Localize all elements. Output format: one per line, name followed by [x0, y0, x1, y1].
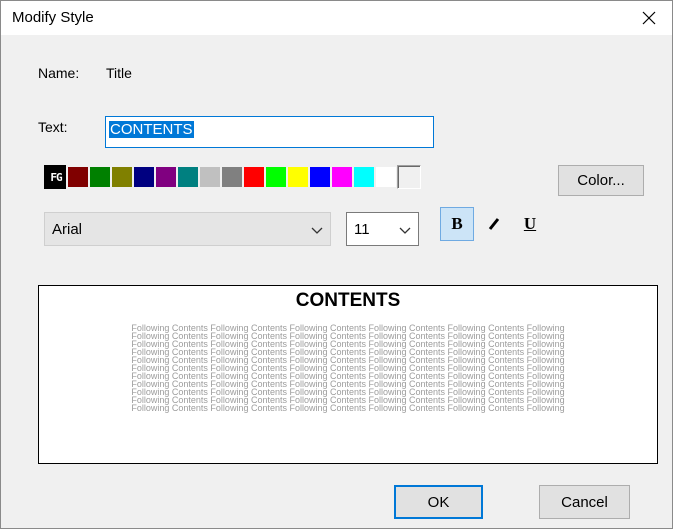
color-swatch[interactable]: [198, 165, 222, 189]
bold-button[interactable]: B: [440, 207, 474, 241]
italic-icon: [488, 218, 500, 230]
font-size-value: 11: [354, 221, 370, 238]
color-swatch[interactable]: [66, 165, 90, 189]
font-family-select[interactable]: Arial: [44, 212, 331, 246]
color-swatch[interactable]: [264, 165, 288, 189]
modify-style-dialog: Modify Style Name: Title Text: CONTENTS …: [0, 0, 673, 529]
style-preview: CONTENTS Following Contents Following Co…: [38, 285, 658, 464]
name-value: Title: [106, 65, 132, 81]
bold-icon: B: [451, 214, 463, 233]
color-swatch[interactable]: [176, 165, 200, 189]
text-field-value: CONTENTS: [109, 121, 194, 138]
chevron-down-icon: [399, 227, 411, 234]
color-swatch[interactable]: [308, 165, 332, 189]
color-swatch[interactable]: [132, 165, 156, 189]
color-swatch[interactable]: [110, 165, 134, 189]
color-button[interactable]: Color...: [558, 165, 644, 196]
underline-icon: U: [523, 214, 537, 233]
title-bar: Modify Style: [1, 1, 672, 35]
color-swatch[interactable]: [220, 165, 244, 189]
color-swatch[interactable]: [242, 165, 266, 189]
color-swatch[interactable]: [286, 165, 310, 189]
window-title: Modify Style: [12, 9, 94, 26]
cancel-button[interactable]: Cancel: [539, 485, 630, 519]
color-swatch[interactable]: [330, 165, 354, 189]
close-button[interactable]: [626, 1, 672, 35]
preview-title: CONTENTS: [295, 290, 401, 311]
close-icon: [642, 11, 656, 25]
color-swatch[interactable]: [154, 165, 178, 189]
ok-button[interactable]: OK: [394, 485, 483, 519]
fg-color-swatch[interactable]: FG: [44, 165, 68, 189]
preview-body: Following Contents Following Contents Fo…: [39, 324, 657, 413]
text-field[interactable]: CONTENTS: [105, 116, 434, 148]
font-size-select[interactable]: 11: [346, 212, 419, 246]
name-label: Name:: [38, 65, 80, 81]
preview-text-line: Following Contents Following Contents Fo…: [131, 403, 565, 413]
font-family-value: Arial: [52, 221, 83, 238]
color-swatch[interactable]: [374, 165, 398, 189]
underline-button[interactable]: U: [513, 207, 547, 241]
color-swatch[interactable]: [88, 165, 112, 189]
color-swatch[interactable]: [352, 165, 376, 189]
text-label: Text:: [38, 119, 68, 135]
italic-button[interactable]: [477, 207, 511, 241]
custom-color-swatch[interactable]: [397, 165, 421, 189]
chevron-down-icon: [311, 227, 323, 234]
